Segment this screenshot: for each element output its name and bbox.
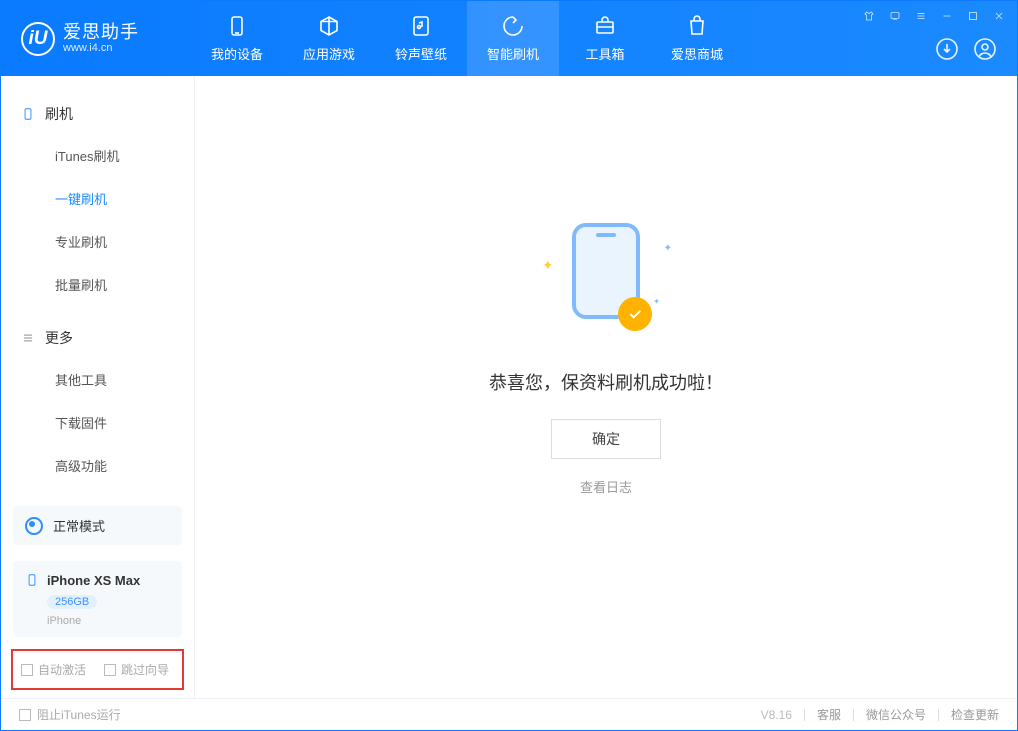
checkbox-icon (104, 664, 116, 676)
tab-label: 智能刷机 (487, 44, 539, 63)
tab-label: 爱思商城 (671, 44, 723, 63)
shirt-icon[interactable] (863, 10, 875, 25)
mode-indicator[interactable]: 正常模式 (13, 506, 182, 545)
apps-icon (317, 14, 341, 38)
device-type: iPhone (47, 615, 170, 627)
menu-icon[interactable] (915, 10, 927, 25)
device-card[interactable]: iPhone XS Max 256GB iPhone (13, 561, 182, 637)
support-link[interactable]: 客服 (817, 706, 841, 723)
check-update-link[interactable]: 检查更新 (951, 706, 999, 723)
sparkle-icon: ✦ (664, 243, 672, 254)
device-storage: 256GB (47, 595, 97, 609)
sidebar-item-one-click-flash[interactable]: 一键刷机 (1, 177, 194, 220)
main-tabs: 我的设备 应用游戏 铃声壁纸 智能刷机 工具箱 爱思商城 (191, 1, 743, 76)
sidebar: 刷机 iTunes刷机 一键刷机 专业刷机 批量刷机 更多 其他工具 下载固件 … (1, 76, 195, 698)
sidebar-group-flash: 刷机 (1, 94, 194, 134)
sidebar-item-itunes-flash[interactable]: iTunes刷机 (1, 134, 194, 177)
sidebar-group-title: 更多 (45, 328, 73, 348)
sidebar-group-more: 更多 (1, 318, 194, 358)
tab-label: 应用游戏 (303, 44, 355, 63)
feedback-icon[interactable] (889, 10, 901, 25)
sidebar-item-pro-flash[interactable]: 专业刷机 (1, 220, 194, 263)
tab-label: 我的设备 (211, 44, 263, 63)
sidebar-item-download-firmware[interactable]: 下载固件 (1, 401, 194, 444)
download-icon[interactable] (935, 37, 959, 66)
sidebar-item-advanced[interactable]: 高级功能 (1, 444, 194, 487)
flash-options-highlight: 自动激活 跳过向导 (11, 649, 184, 690)
shop-icon (685, 14, 709, 38)
tab-label: 工具箱 (585, 44, 624, 63)
window-controls (863, 7, 1005, 27)
tab-ringtone[interactable]: 铃声壁纸 (375, 1, 467, 76)
checkbox-skip-guide[interactable]: 跳过向导 (104, 661, 169, 678)
divider (804, 709, 805, 721)
logo-icon: iU (21, 22, 55, 56)
close-button[interactable] (993, 10, 1005, 25)
flash-icon (501, 14, 525, 38)
app-subtitle: www.i4.cn (63, 42, 139, 54)
version-label: V8.16 (761, 708, 792, 722)
mode-icon (25, 517, 43, 535)
checkbox-icon (21, 664, 33, 676)
list-icon (21, 331, 35, 345)
account-icon[interactable] (973, 37, 997, 66)
checkbox-label: 跳过向导 (121, 661, 169, 678)
device-name: iPhone XS Max (47, 573, 140, 588)
success-illustration: ✦ ✦ ✦ (536, 219, 676, 339)
app-title: 爱思助手 (63, 23, 139, 43)
phone-icon (21, 107, 35, 121)
device-phone-icon (25, 571, 39, 589)
ok-button[interactable]: 确定 (551, 419, 661, 459)
sidebar-group-title: 刷机 (45, 104, 73, 124)
success-message: 恭喜您，保资料刷机成功啦！ (489, 369, 723, 395)
divider (938, 709, 939, 721)
mode-label: 正常模式 (53, 516, 105, 535)
tab-label: 铃声壁纸 (395, 44, 447, 63)
view-log-link[interactable]: 查看日志 (580, 477, 632, 496)
ringtone-icon (409, 14, 433, 38)
device-icon (225, 14, 249, 38)
tab-toolbox[interactable]: 工具箱 (559, 1, 651, 76)
sidebar-item-batch-flash[interactable]: 批量刷机 (1, 263, 194, 306)
main-content: ✦ ✦ ✦ 恭喜您，保资料刷机成功啦！ 确定 查看日志 (195, 76, 1017, 698)
sidebar-item-other-tools[interactable]: 其他工具 (1, 358, 194, 401)
tab-smart-flash[interactable]: 智能刷机 (467, 1, 559, 76)
sparkle-icon: ✦ (542, 257, 554, 274)
tab-shop[interactable]: 爱思商城 (651, 1, 743, 76)
maximize-button[interactable] (967, 10, 979, 25)
wechat-link[interactable]: 微信公众号 (866, 706, 926, 723)
checkmark-badge-icon (618, 297, 652, 331)
checkbox-label: 阻止iTunes运行 (37, 706, 121, 723)
logo-area: iU 爱思助手 www.i4.cn (1, 22, 191, 56)
status-bar: 阻止iTunes运行 V8.16 客服 微信公众号 检查更新 (1, 698, 1017, 730)
minimize-button[interactable] (941, 10, 953, 25)
tab-my-device[interactable]: 我的设备 (191, 1, 283, 76)
divider (853, 709, 854, 721)
checkbox-auto-activate[interactable]: 自动激活 (21, 661, 86, 678)
checkbox-block-itunes[interactable]: 阻止iTunes运行 (19, 706, 121, 723)
sparkle-icon: ✦ (653, 297, 660, 306)
app-header: iU 爱思助手 www.i4.cn 我的设备 应用游戏 铃声壁纸 智能刷机 工具… (1, 1, 1017, 76)
toolbox-icon (593, 14, 617, 38)
tab-apps[interactable]: 应用游戏 (283, 1, 375, 76)
checkbox-label: 自动激活 (38, 661, 86, 678)
checkbox-icon (19, 709, 31, 721)
